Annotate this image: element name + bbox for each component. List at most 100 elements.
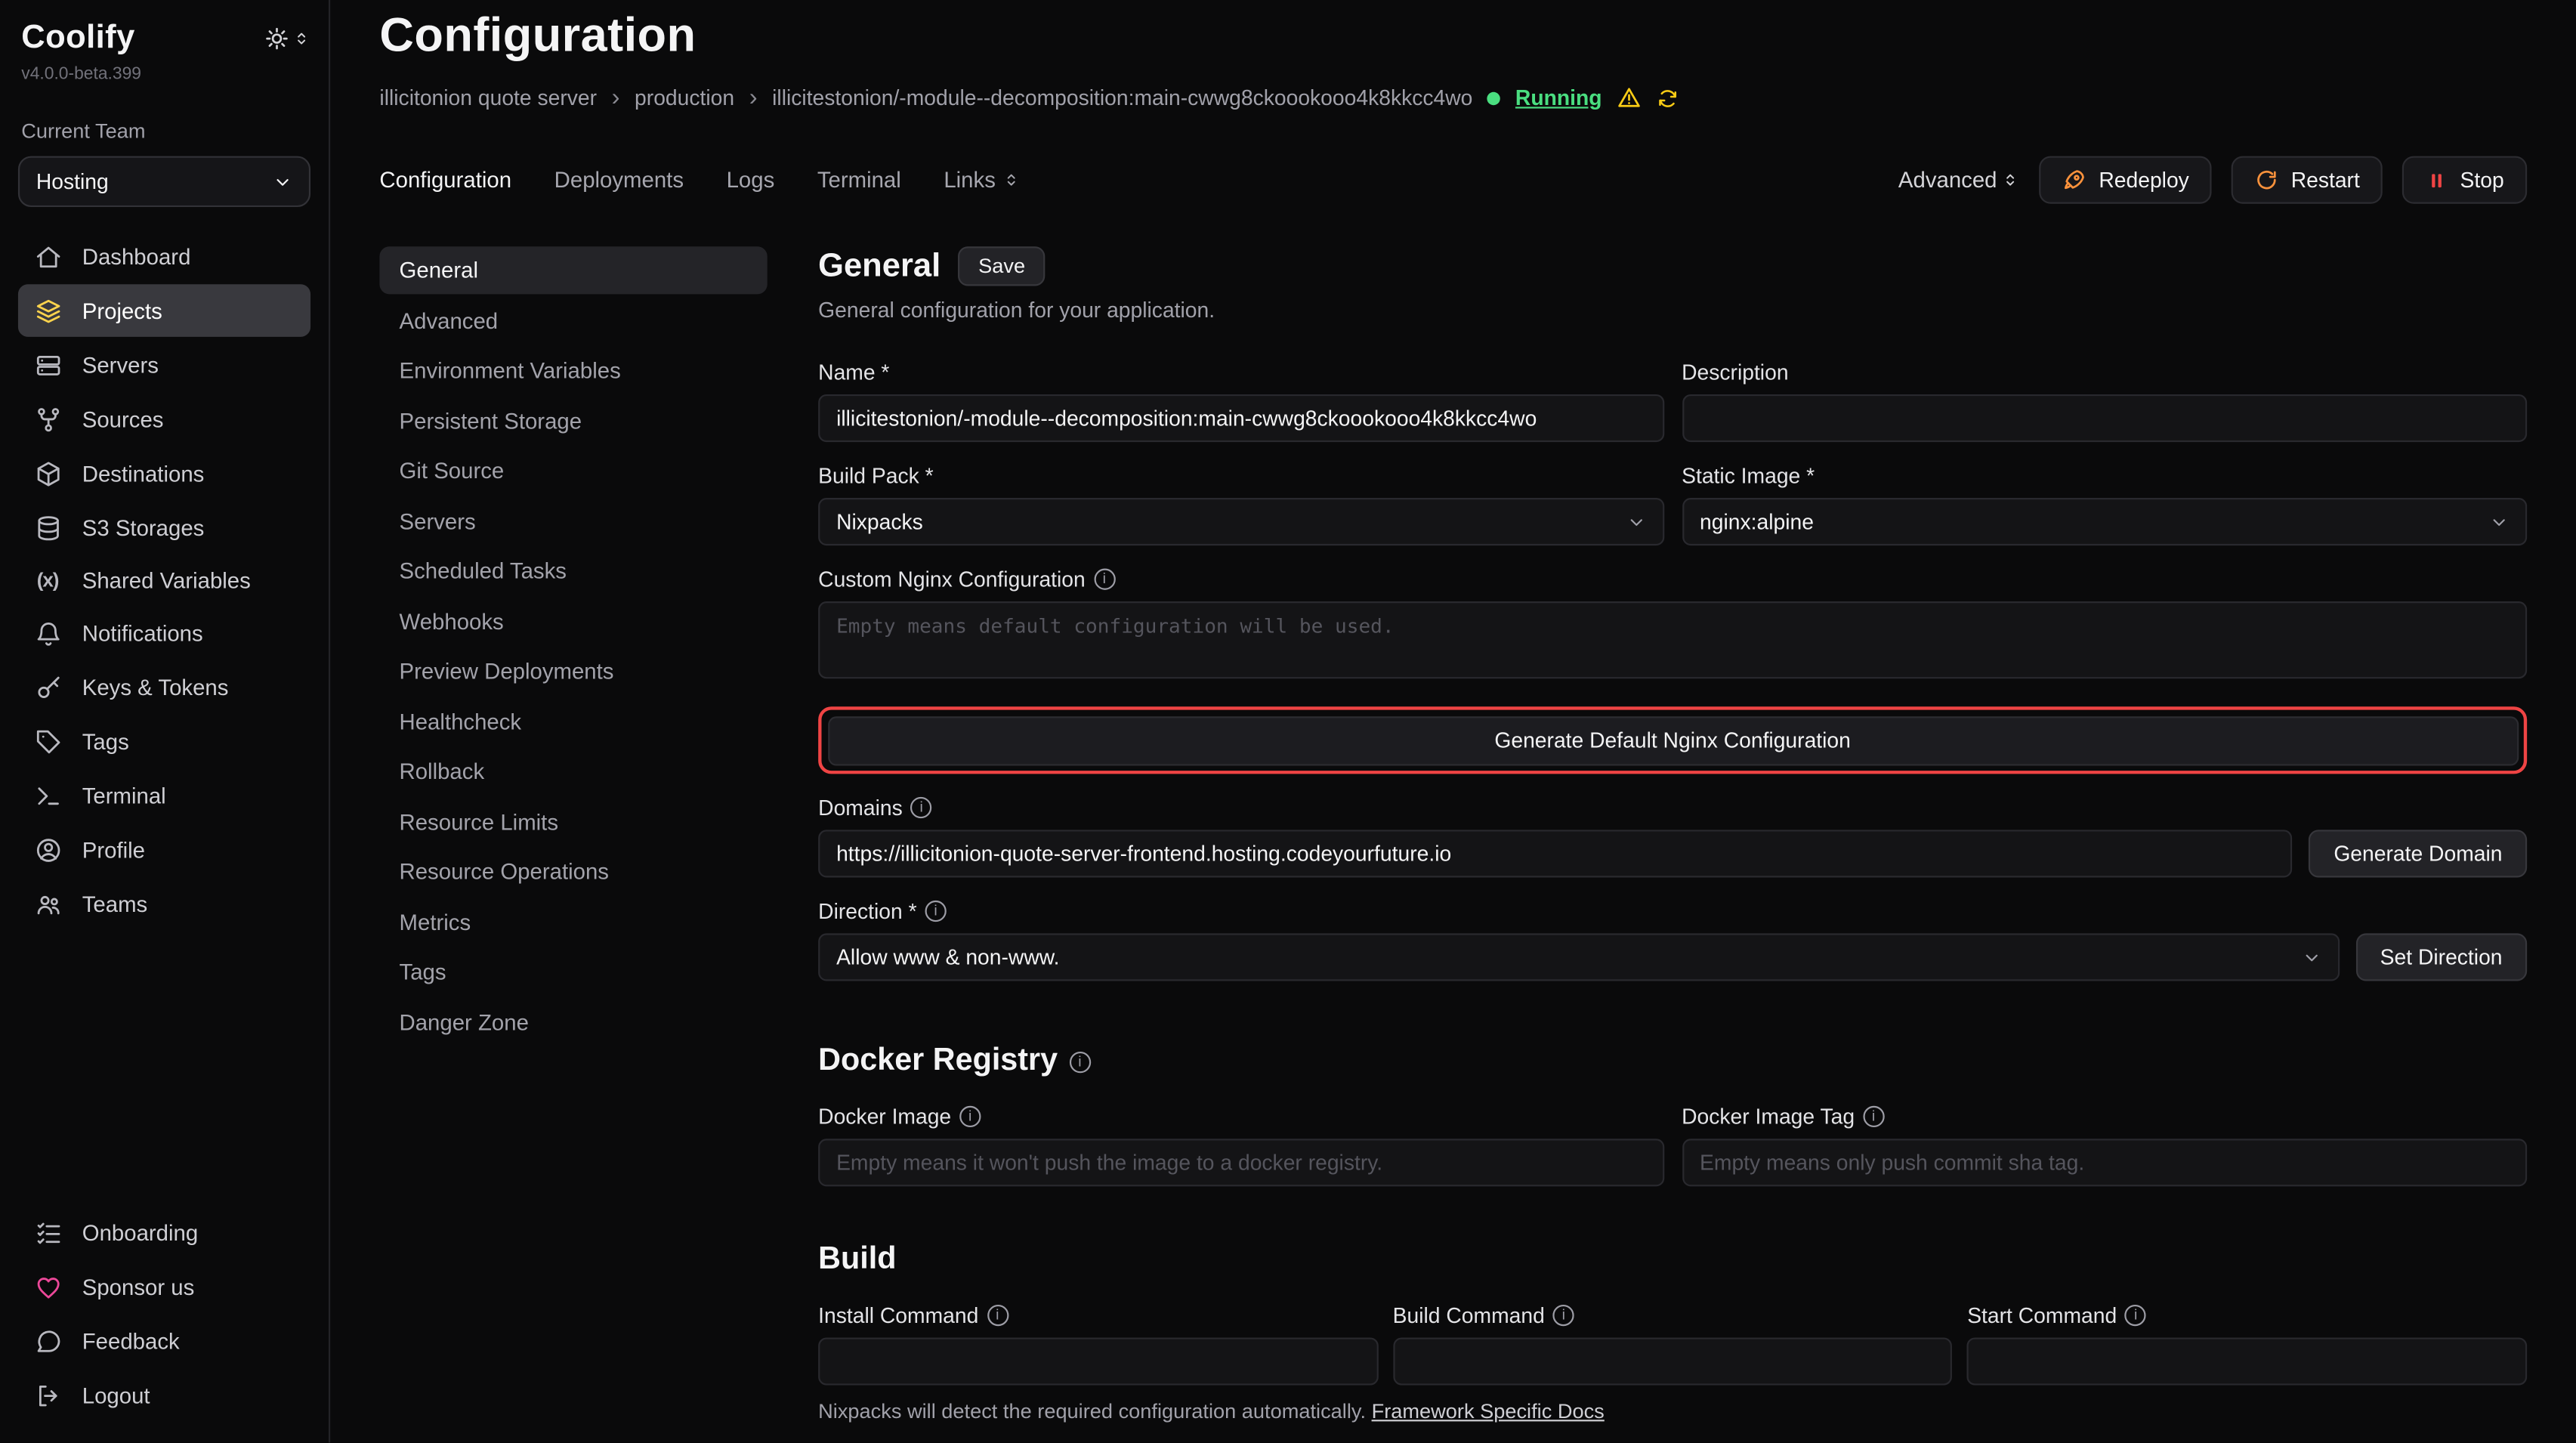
subnav-metrics[interactable]: Metrics: [379, 898, 767, 946]
info-icon[interactable]: [987, 1305, 1008, 1326]
info-icon[interactable]: [1553, 1305, 1574, 1326]
docker-image-tag-input[interactable]: [1682, 1139, 2527, 1186]
subnav-servers[interactable]: Servers: [379, 497, 767, 545]
info-icon[interactable]: [1094, 569, 1115, 590]
bell-icon: [33, 619, 63, 647]
subnav-healthcheck[interactable]: Healthcheck: [379, 697, 767, 745]
generate-nginx-config-button[interactable]: Generate Default Nginx Configuration: [827, 715, 2518, 765]
redeploy-label: Redeploy: [2099, 168, 2188, 193]
sidebar-item-label: Feedback: [82, 1328, 180, 1353]
restart-icon: [2255, 168, 2280, 193]
subnav-danger-zone[interactable]: Danger Zone: [379, 998, 767, 1046]
home-icon: [33, 243, 63, 270]
sidebar-item-shared-variables[interactable]: Shared Variables: [18, 555, 310, 604]
install-command-input[interactable]: [818, 1337, 1378, 1385]
sidebar-item-sponsor[interactable]: Sponsor us: [18, 1260, 310, 1313]
name-label: Name *: [818, 360, 889, 385]
sidebar-item-onboarding[interactable]: Onboarding: [18, 1206, 310, 1259]
build-pack-select[interactable]: Nixpacks: [818, 498, 1663, 545]
chevron-updown-icon: [1002, 171, 1021, 189]
install-command-label: Install Command: [818, 1303, 978, 1328]
generate-domain-button[interactable]: Generate Domain: [2309, 830, 2527, 877]
info-icon[interactable]: [911, 797, 932, 818]
logout-icon: [33, 1381, 63, 1409]
direction-select[interactable]: Allow www & non-www.: [818, 933, 2339, 981]
sidebar-item-dashboard[interactable]: Dashboard: [18, 230, 310, 283]
chat-bubble-icon: [33, 1327, 63, 1355]
subnav-environment-variables[interactable]: Environment Variables: [379, 347, 767, 394]
chevron-down-icon: [2301, 947, 2321, 967]
sidebar-item-terminal[interactable]: Terminal: [18, 769, 310, 822]
section-title-general: General: [818, 247, 941, 285]
users-icon: [33, 890, 63, 918]
docker-image-input[interactable]: [818, 1139, 1663, 1186]
info-icon[interactable]: [1863, 1106, 1884, 1127]
sidebar-item-destinations[interactable]: Destinations: [18, 447, 310, 500]
subnav-rollback[interactable]: Rollback: [379, 748, 767, 796]
sidebar-item-label: Projects: [82, 298, 162, 323]
sidebar-item-teams[interactable]: Teams: [18, 877, 310, 930]
tab-deployments[interactable]: Deployments: [554, 168, 684, 193]
nginx-config-textarea[interactable]: [818, 601, 2527, 678]
framework-docs-link[interactable]: Framework Specific Docs: [1372, 1400, 1605, 1423]
breadcrumb-application[interactable]: illicitestonion/-module--decomposition:m…: [772, 85, 1472, 110]
refresh-status-icon[interactable]: [1656, 86, 1679, 109]
tag-icon: [33, 727, 63, 755]
tab-logs[interactable]: Logs: [727, 168, 775, 193]
subnav-persistent-storage[interactable]: Persistent Storage: [379, 397, 767, 444]
stop-button[interactable]: Stop: [2402, 156, 2527, 204]
sidebar-item-profile[interactable]: Profile: [18, 823, 310, 876]
name-input[interactable]: [818, 394, 1663, 442]
description-input[interactable]: [1682, 394, 2527, 442]
info-icon[interactable]: [2125, 1305, 2146, 1326]
settings-subnav: General Advanced Environment Variables P…: [379, 246, 767, 1442]
tab-terminal[interactable]: Terminal: [817, 168, 901, 193]
restart-button[interactable]: Restart: [2232, 156, 2383, 204]
sidebar-item-projects[interactable]: Projects: [18, 284, 310, 337]
subnav-git-source[interactable]: Git Source: [379, 447, 767, 495]
start-command-input[interactable]: [1967, 1337, 2527, 1385]
domains-input[interactable]: [818, 830, 2293, 877]
sidebar-item-label: Onboarding: [82, 1220, 198, 1245]
tab-links[interactable]: Links: [944, 168, 1020, 193]
sidebar-item-tags[interactable]: Tags: [18, 715, 310, 768]
info-icon[interactable]: [959, 1106, 981, 1127]
static-image-select[interactable]: nginx:alpine: [1682, 498, 2527, 545]
status-badge[interactable]: Running: [1515, 85, 1602, 110]
redeploy-button[interactable]: Redeploy: [2040, 156, 2212, 204]
subnav-general[interactable]: General: [379, 246, 767, 294]
sidebar-item-s3-storages[interactable]: S3 Storages: [18, 501, 310, 554]
chevron-right-icon: [749, 84, 758, 112]
build-command-input[interactable]: [1393, 1337, 1953, 1385]
save-button[interactable]: Save: [959, 246, 1045, 286]
sidebar-item-logout[interactable]: Logout: [18, 1369, 310, 1422]
team-select[interactable]: Hosting: [18, 156, 310, 207]
subnav-resource-limits[interactable]: Resource Limits: [379, 798, 767, 845]
advanced-dropdown[interactable]: Advanced: [1898, 168, 2020, 193]
section-subtitle: General configuration for your applicati…: [818, 298, 2527, 323]
tab-configuration[interactable]: Configuration: [379, 168, 511, 193]
subnav-scheduled-tasks[interactable]: Scheduled Tasks: [379, 547, 767, 595]
theme-toggle[interactable]: [264, 26, 310, 51]
sun-icon: [264, 26, 289, 51]
sidebar-item-feedback[interactable]: Feedback: [18, 1315, 310, 1367]
sidebar-item-servers[interactable]: Servers: [18, 338, 310, 391]
info-icon[interactable]: [925, 901, 946, 922]
subnav-preview-deployments[interactable]: Preview Deployments: [379, 647, 767, 695]
sidebar-item-notifications[interactable]: Notifications: [18, 607, 310, 660]
subnav-advanced[interactable]: Advanced: [379, 297, 767, 345]
subnav-resource-operations[interactable]: Resource Operations: [379, 848, 767, 895]
sidebar-item-keys-tokens[interactable]: Keys & Tokens: [18, 660, 310, 713]
breadcrumb-project[interactable]: illicitonion quote server: [379, 85, 597, 110]
sidebar-item-label: Notifications: [82, 620, 203, 645]
sidebar-item-sources[interactable]: Sources: [18, 393, 310, 446]
warning-icon[interactable]: [1617, 85, 1642, 110]
direction-value: Allow www & non-www.: [836, 945, 1059, 970]
configuration-content: General Advanced Environment Variables P…: [379, 246, 2527, 1442]
info-icon[interactable]: [1069, 1051, 1090, 1072]
subnav-tags[interactable]: Tags: [379, 948, 767, 996]
set-direction-button[interactable]: Set Direction: [2355, 933, 2527, 981]
sidebar-item-label: Keys & Tokens: [82, 675, 229, 700]
breadcrumb-environment[interactable]: production: [635, 85, 734, 110]
subnav-webhooks[interactable]: Webhooks: [379, 598, 767, 645]
